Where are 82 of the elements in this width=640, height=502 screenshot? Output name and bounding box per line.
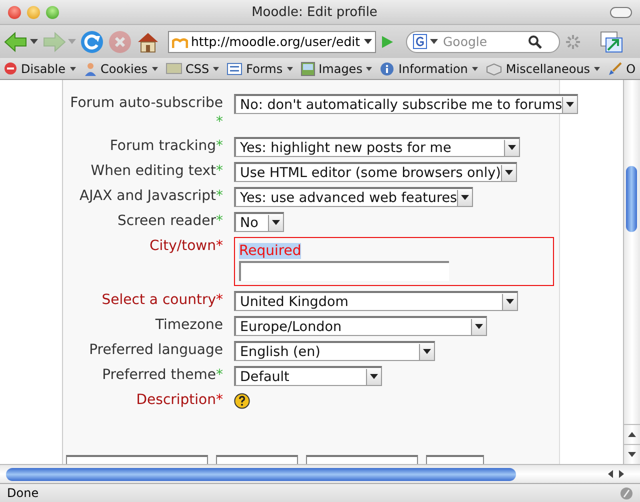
vertical-scrollbar[interactable] bbox=[623, 80, 640, 464]
back-button[interactable] bbox=[4, 30, 38, 52]
security-icon bbox=[620, 486, 633, 500]
dropdown[interactable]: No: don't automatically subscribe me to forums bbox=[234, 94, 578, 114]
required-mark: * bbox=[216, 137, 223, 156]
caret-icon bbox=[68, 39, 76, 44]
window-title: Moodle: Edit profile bbox=[250, 4, 378, 20]
dropdown-arrow-icon bbox=[475, 324, 483, 329]
picture-icon bbox=[300, 62, 315, 76]
dropdown[interactable]: United Kingdom bbox=[234, 291, 518, 311]
scroll-thumb[interactable] bbox=[6, 468, 516, 480]
horizontal-scrollbar[interactable] bbox=[0, 464, 640, 483]
caret-icon bbox=[430, 39, 438, 44]
required-mark: * bbox=[216, 391, 223, 410]
form-icon bbox=[227, 62, 242, 74]
dropdown[interactable]: Yes: highlight new posts for me bbox=[234, 137, 520, 157]
field-label: Forum tracking* bbox=[108, 137, 223, 156]
field-label: Screen reader* bbox=[116, 212, 223, 231]
dropdown[interactable]: English (en) bbox=[234, 341, 435, 361]
dropdown-arrow-icon bbox=[272, 220, 280, 225]
caret-icon bbox=[30, 39, 38, 44]
search-engine-icon bbox=[413, 34, 427, 49]
toolbar-menu[interactable]: Images bbox=[300, 62, 372, 76]
field-label: AJAX and Javascript* bbox=[78, 187, 223, 206]
field-label: Select a country* bbox=[100, 291, 223, 310]
field-label: City/town* bbox=[148, 237, 223, 256]
error-message: Required bbox=[239, 243, 302, 259]
brush-icon bbox=[608, 62, 622, 76]
field-label: Preferred theme* bbox=[101, 366, 223, 385]
toolbar-menu[interactable]: Information bbox=[380, 62, 478, 76]
dropdown-arrow-icon bbox=[461, 195, 470, 200]
required-mark: * bbox=[216, 291, 223, 310]
dropdown[interactable]: Europe/London bbox=[234, 316, 487, 336]
toolbar-menu[interactable]: O bbox=[608, 62, 640, 76]
dropdown-arrow-icon bbox=[423, 349, 431, 354]
close-button[interactable] bbox=[8, 6, 21, 18]
dropdown-arrow-icon bbox=[506, 299, 514, 304]
css-file-icon bbox=[166, 63, 182, 74]
search-bar[interactable]: Google bbox=[406, 30, 560, 52]
dropdown-arrow-icon bbox=[508, 145, 516, 150]
no-entry-icon bbox=[4, 62, 17, 75]
dropdown[interactable]: Yes: use advanced web features bbox=[234, 187, 474, 207]
info-icon bbox=[380, 62, 394, 76]
dropdown[interactable]: Use HTML editor (some browsers only) bbox=[234, 162, 517, 182]
required-mark: * bbox=[216, 237, 223, 256]
status-text: Done bbox=[7, 486, 40, 500]
scroll-right-icon bbox=[619, 470, 624, 478]
field-label: Description* bbox=[135, 391, 223, 410]
scroll-up-icon bbox=[628, 432, 636, 437]
toolbar-menu[interactable]: Forms bbox=[227, 62, 293, 76]
person-icon bbox=[84, 62, 97, 76]
scroll-left-icon bbox=[608, 470, 613, 478]
help-icon[interactable] bbox=[234, 393, 250, 409]
search-icon[interactable] bbox=[528, 34, 542, 48]
field-label: Preferred language bbox=[88, 341, 223, 360]
dropdown-arrow-icon bbox=[566, 102, 574, 107]
required-mark: * bbox=[216, 187, 223, 206]
dropdown[interactable]: Default bbox=[234, 366, 382, 386]
toolbar-toggle-button[interactable] bbox=[610, 6, 632, 18]
scroll-thumb[interactable] bbox=[626, 166, 637, 232]
dropdown[interactable]: No bbox=[234, 212, 284, 232]
field-label: When editing text* bbox=[90, 162, 223, 181]
dropdown-arrow-icon bbox=[504, 170, 513, 175]
required-mark: * bbox=[216, 366, 223, 385]
field-label: Timezone bbox=[154, 316, 223, 335]
scroll-down-icon bbox=[628, 452, 636, 457]
toolbar-menu[interactable]: Miscellaneous bbox=[486, 62, 600, 76]
toolbar-menu[interactable]: Disable bbox=[4, 62, 76, 76]
text-field[interactable] bbox=[239, 261, 449, 281]
required-mark: * bbox=[216, 162, 223, 181]
toolbar-menu[interactable]: CSS bbox=[166, 62, 220, 76]
history-arrow-icon bbox=[364, 39, 372, 44]
window-resize-icon[interactable] bbox=[598, 30, 624, 54]
field-label: Forum auto-subscribe * bbox=[73, 94, 223, 132]
reload-icon[interactable] bbox=[80, 30, 104, 54]
search-input[interactable]: Google bbox=[441, 33, 525, 50]
dropdown-arrow-icon bbox=[370, 374, 378, 379]
toolbar-menu[interactable]: Cookies bbox=[84, 62, 158, 76]
spinner-icon bbox=[564, 32, 582, 50]
required-mark: * bbox=[216, 113, 223, 132]
required-mark: * bbox=[216, 212, 223, 231]
address-bar[interactable]: http://moodle.org/user/edit bbox=[168, 30, 376, 52]
